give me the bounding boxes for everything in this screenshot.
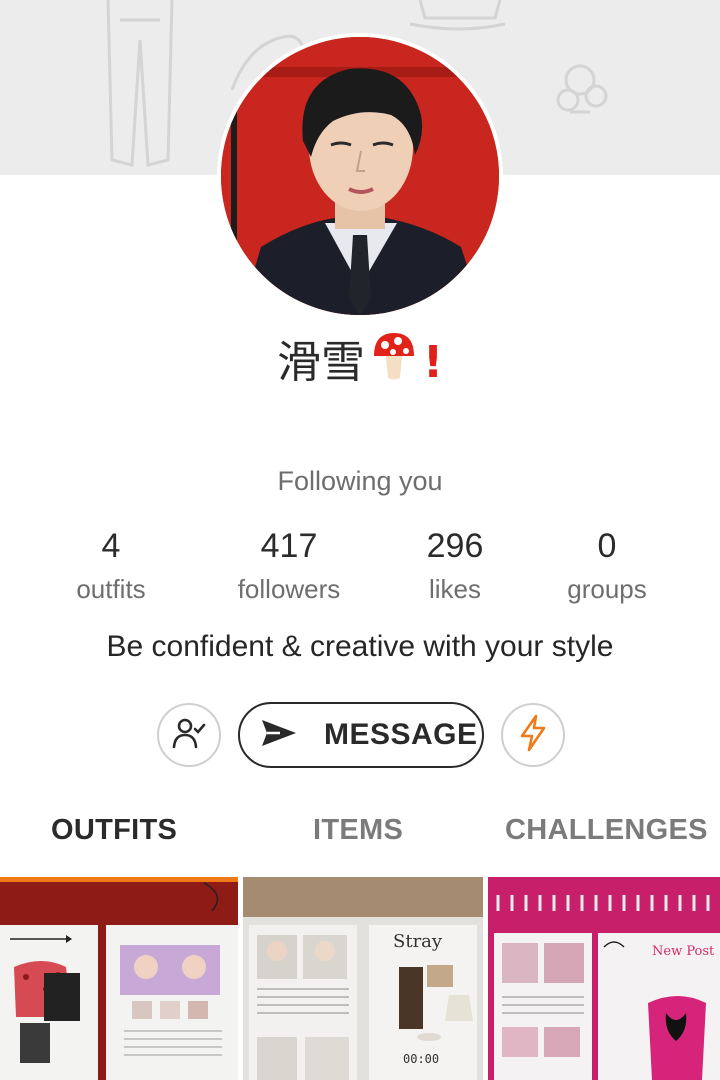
stat-label: followers [237,574,341,604]
lightning-icon [518,714,548,757]
outfit-thumbnail-2[interactable]: Stray 00:00 [243,877,483,1080]
stat-label: outfits [76,574,146,604]
active-tab-indicator [0,877,238,882]
stat-value: 4 [101,527,121,565]
mushroom-icon [371,330,417,400]
stat-likes[interactable]: 296 likes [375,526,535,606]
user-check-icon [172,716,206,755]
stat-value: 296 [426,527,484,565]
stat-groups[interactable]: 0 groups [527,526,687,606]
profile-name-text: 滑雪 [276,337,365,388]
exclamation-icon: ! [422,337,444,388]
profile-bio: Be confident & creative with your style [106,630,614,663]
tab-items[interactable]: ITEMS [313,814,403,847]
following-toggle-button[interactable] [157,703,221,767]
boost-button[interactable] [501,703,565,767]
stat-label: likes [428,574,481,604]
message-button[interactable]: MESSAGE [238,702,484,768]
post3-header: New Post [652,944,715,959]
stat-value: 417 [260,527,318,565]
tab-outfits[interactable]: OUTFITS [51,814,177,847]
stat-followers[interactable]: 417 followers [209,526,369,606]
profile-avatar[interactable] [217,33,503,319]
stat-label: groups [567,574,647,604]
following-status: Following you [277,466,443,496]
profile-name: 滑雪! [0,330,720,400]
outfit-thumbnail-1[interactable] [0,877,238,1080]
stat-value: 0 [597,527,617,565]
stat-outfits[interactable]: 4 outfits [31,526,191,606]
svg-text:Stray: Stray [393,931,443,952]
send-icon [260,718,298,753]
message-label: MESSAGE [324,718,478,751]
outfit-thumbnail-3[interactable]: New Post [488,877,720,1080]
tab-challenges[interactable]: CHALLENGES [505,814,708,847]
avatar-photo [221,37,499,315]
post2-time: 00:00 [403,1052,439,1066]
